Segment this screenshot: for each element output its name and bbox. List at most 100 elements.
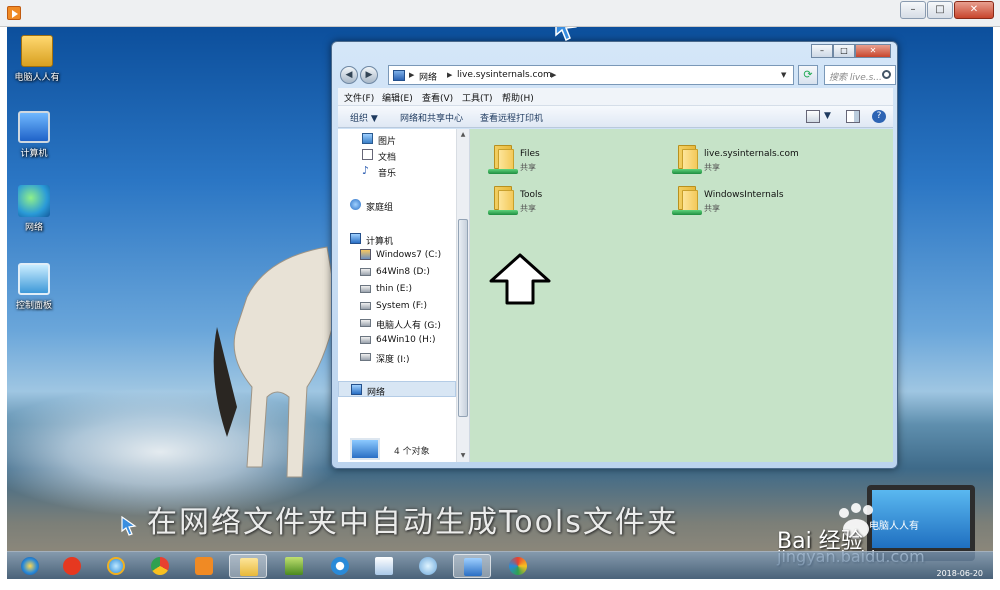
taskbar-app-8[interactable] [321, 554, 359, 578]
media-player-icon [195, 557, 213, 575]
nav-label: 文档 [378, 153, 397, 163]
desktop-icon-computer[interactable]: 计算机 [7, 111, 64, 159]
menu-edit[interactable]: 编辑(E) [382, 91, 413, 104]
nav-computer[interactable]: 计算机 [338, 231, 456, 247]
taskbar-remote-desktop[interactable] [453, 554, 491, 578]
organize-button[interactable]: 组织 ▼ [350, 111, 378, 124]
nav-drive-d[interactable]: 64Win8 (D:) [338, 264, 456, 280]
menu-bar: 文件(F) 编辑(E) 查看(V) 工具(T) 帮助(H) [338, 88, 893, 106]
view-dropdown-icon[interactable]: ▼ [824, 111, 831, 121]
folder-files[interactable]: Files 共享 [482, 145, 672, 181]
desktop-icon-user[interactable]: 电脑人人有 [7, 35, 67, 83]
network-computer-icon [350, 438, 380, 460]
taskbar-date: 2018-06-20 [936, 569, 984, 578]
breadcrumb-arrow-icon[interactable]: ▶ [409, 71, 414, 79]
drive-icon [360, 268, 371, 276]
scroll-thumb[interactable] [458, 219, 468, 417]
taskbar-app-9[interactable] [365, 554, 403, 578]
taskbar-app-1[interactable] [53, 554, 91, 578]
drive-icon [360, 353, 371, 361]
nav-label: 图片 [378, 137, 397, 147]
taskbar-paint[interactable] [499, 554, 537, 578]
taskbar-app-10[interactable] [409, 554, 447, 578]
nav-drive-c[interactable]: Windows7 (C:) [338, 247, 456, 263]
item-count: 4 个对象 [394, 447, 430, 457]
menu-view[interactable]: 查看(V) [422, 91, 453, 104]
explorer-maximize-button[interactable]: □ [833, 44, 855, 58]
help-icon[interactable]: ? [872, 110, 886, 123]
remote-printers-button[interactable]: 查看远程打印机 [480, 111, 543, 124]
breadcrumb-host[interactable]: live.sysinternals.com [457, 70, 552, 80]
user-folder-icon [21, 35, 53, 67]
scroll-up-icon[interactable]: ▲ [457, 129, 469, 141]
view-options-icon[interactable] [806, 110, 820, 123]
explorer-minimize-button[interactable]: – [811, 44, 833, 58]
nav-label: 计算机 [366, 237, 394, 247]
search-icon[interactable] [882, 70, 891, 79]
nav-drive-f[interactable]: System (F:) [338, 298, 456, 314]
drive-icon [360, 285, 371, 293]
nav-drive-g[interactable]: 电脑人人有 (G:) [338, 315, 456, 331]
taskbar-ie[interactable] [97, 554, 135, 578]
navigation-pane: 图片 文档 ♪ 音乐 家庭组 计算机 Windows7 (C:) 64Win8 … [338, 129, 470, 462]
drive-icon [360, 302, 371, 310]
address-bar[interactable]: ▶ 网络 ▶ live.sysinternals.com ▶ ▼ [388, 65, 794, 85]
player-app-icon[interactable] [7, 6, 21, 20]
nav-label: 网络 [367, 388, 386, 398]
desktop-icon-network[interactable]: 网络 [7, 185, 64, 233]
menu-tools[interactable]: 工具(T) [462, 91, 493, 104]
nav-drive-e[interactable]: thin (E:) [338, 281, 456, 297]
drive-icon [360, 336, 371, 344]
player-maximize-button[interactable]: □ [927, 1, 953, 19]
desktop-icon-label: 控制面板 [15, 301, 52, 311]
details-pane: 4 个对象 [338, 436, 470, 464]
refresh-button[interactable]: ⟳ [798, 65, 818, 85]
menu-file[interactable]: 文件(F) [344, 91, 374, 104]
shared-folder-icon [672, 145, 702, 174]
breadcrumb-network[interactable]: 网络 [419, 70, 437, 83]
taskbar-app-7[interactable] [275, 554, 313, 578]
preview-pane-icon[interactable] [846, 110, 860, 123]
nav-label: thin (E:) [376, 284, 413, 294]
tutorial-caption: 在网络文件夹中自动生成Tools文件夹 [147, 505, 679, 540]
nav-network[interactable]: 网络 [338, 381, 456, 398]
player-close-button[interactable]: ✕ [954, 1, 994, 19]
menu-help[interactable]: 帮助(H) [502, 91, 534, 104]
network-center-button[interactable]: 网络和共享中心 [400, 111, 463, 124]
nav-documents[interactable]: 文档 [338, 147, 456, 163]
breadcrumb-arrow-icon[interactable]: ▶ [447, 71, 452, 79]
nav-drive-i[interactable]: 深度 (I:) [338, 349, 456, 365]
start-button[interactable] [11, 554, 49, 578]
system-drive-icon [360, 249, 371, 260]
nav-drive-h[interactable]: 64Win10 (H:) [338, 332, 456, 348]
forward-button[interactable]: ▶ [360, 66, 378, 84]
nav-label: 电脑人人有 (G:) [376, 321, 441, 331]
desktop-icon-control-panel[interactable]: 控制面板 [7, 263, 64, 311]
nav-label: 深度 (I:) [376, 355, 410, 365]
nav-scrollbar[interactable]: ▲ ▼ [456, 129, 469, 462]
app-icon [331, 557, 349, 575]
internet-explorer-icon [107, 557, 125, 575]
breadcrumb-arrow-icon[interactable]: ▶ [551, 71, 556, 79]
taskbar: 2018-06-20 [7, 551, 993, 579]
folder-tools[interactable]: Tools 共享 [482, 186, 672, 222]
network-icon [18, 185, 50, 217]
taskbar-chrome[interactable] [141, 554, 179, 578]
taskbar-explorer[interactable] [229, 554, 267, 578]
taskbar-media[interactable] [185, 554, 223, 578]
paint-icon [509, 557, 527, 575]
explorer-close-button[interactable]: ✕ [855, 44, 891, 58]
folder-windowsinternals[interactable]: WindowsInternals 共享 [666, 186, 856, 222]
address-dropdown-icon[interactable]: ▼ [781, 71, 786, 79]
nav-music[interactable]: ♪ 音乐 [338, 163, 456, 179]
nav-pictures[interactable]: 图片 [338, 131, 456, 147]
app-icon [375, 557, 393, 575]
folder-live-sysinternals[interactable]: live.sysinternals.com 共享 [666, 145, 856, 181]
nav-label: 64Win10 (H:) [376, 335, 436, 345]
desktop: 电脑人人有 计算机 网络 控制面板 – □ ✕ ◀ ▶ ▶ 网络 ▶ live.… [7, 27, 993, 579]
nav-homegroup[interactable]: 家庭组 [338, 197, 456, 213]
back-button[interactable]: ◀ [340, 66, 358, 84]
player-minimize-button[interactable]: – [900, 1, 926, 19]
homegroup-icon [350, 199, 361, 210]
search-input[interactable]: 搜索 live.s... [824, 65, 896, 85]
